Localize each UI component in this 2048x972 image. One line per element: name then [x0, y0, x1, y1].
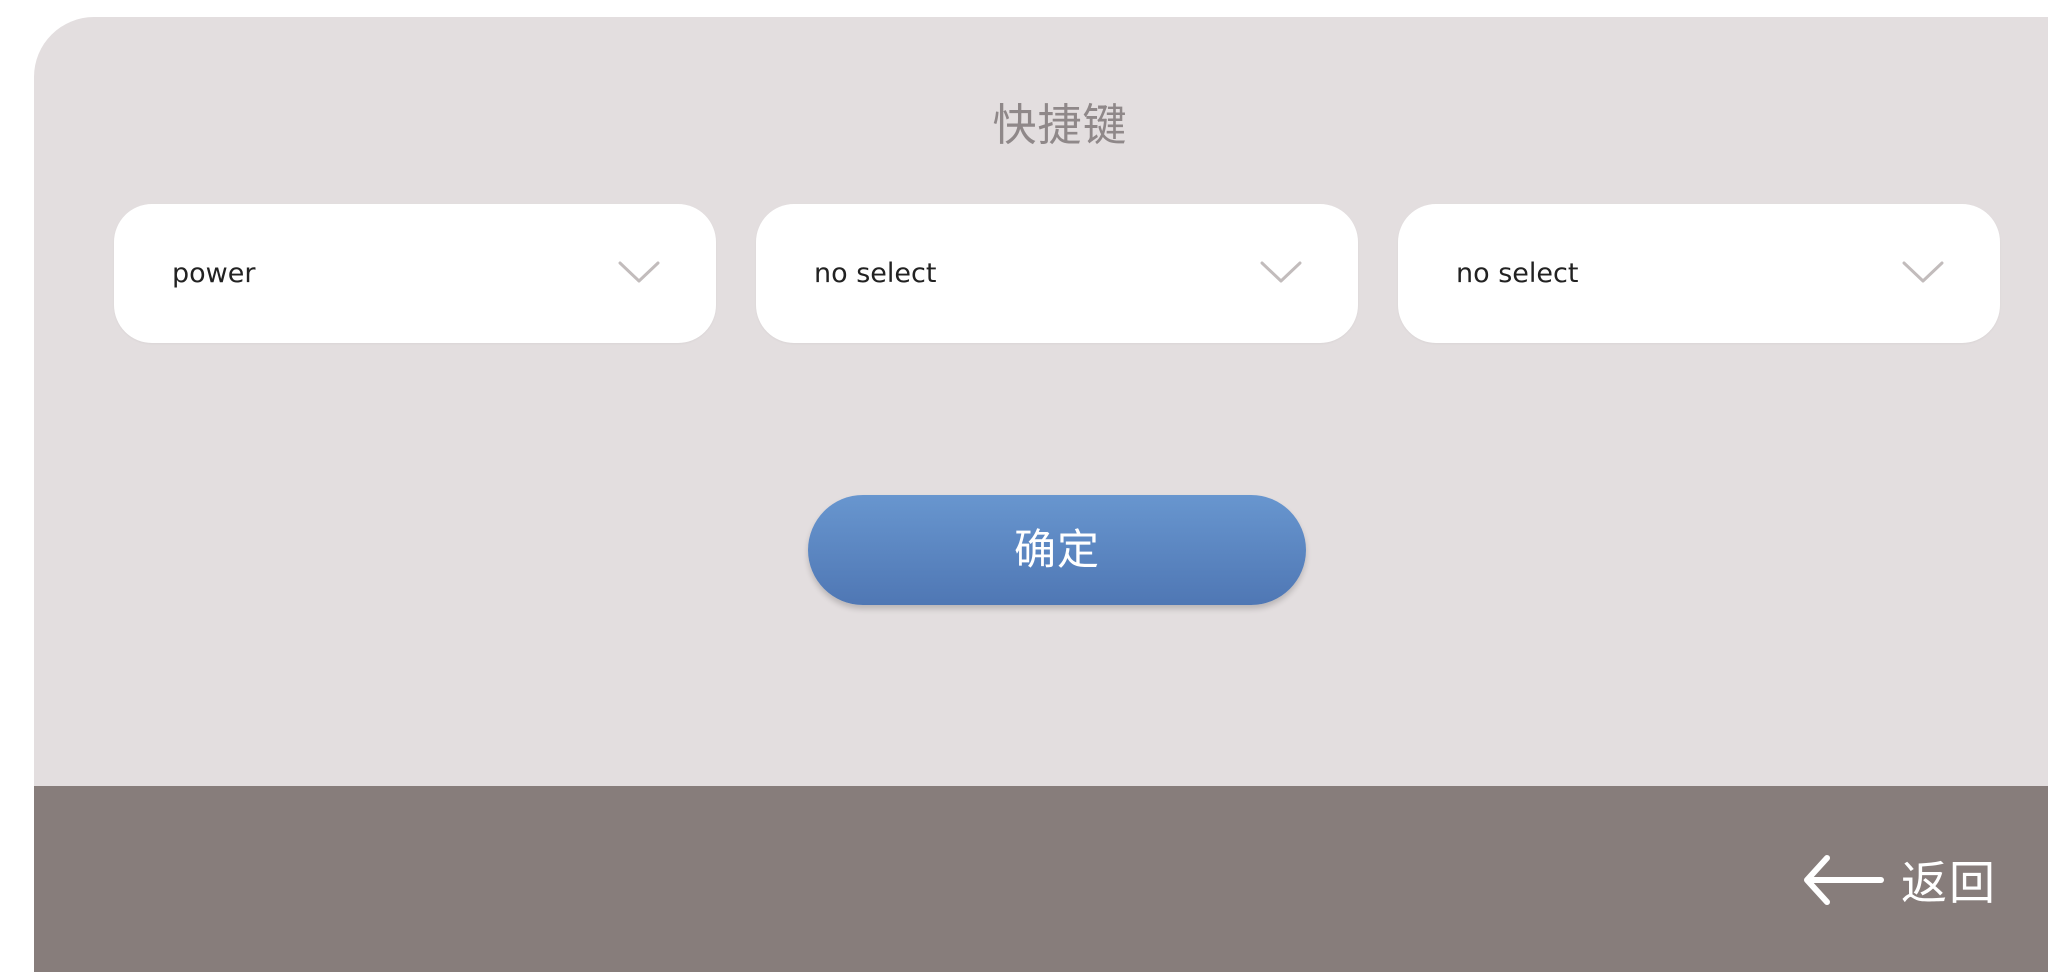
arrow-left-icon	[1804, 855, 1884, 905]
select-value: no select	[814, 258, 937, 289]
chevron-down-icon	[1902, 261, 1944, 283]
back-label: 返回	[1901, 856, 1997, 910]
page-title: 快捷键	[992, 100, 1128, 151]
shortcut-select-3[interactable]: no select	[1398, 204, 2000, 343]
shortcut-select-2[interactable]: no select	[756, 204, 1358, 343]
shortcut-panel: 快捷键 power no select no select 确定 返回	[34, 17, 2048, 972]
back-button[interactable]: 返回	[1801, 850, 1997, 910]
select-value: power	[172, 258, 256, 289]
chevron-down-icon	[618, 261, 660, 283]
chevron-down-icon	[1260, 261, 1302, 283]
bottom-bar: 返回	[34, 786, 2048, 972]
confirm-button[interactable]: 确定	[808, 495, 1306, 605]
select-value: no select	[1456, 258, 1579, 289]
shortcut-select-1[interactable]: power	[114, 204, 716, 343]
